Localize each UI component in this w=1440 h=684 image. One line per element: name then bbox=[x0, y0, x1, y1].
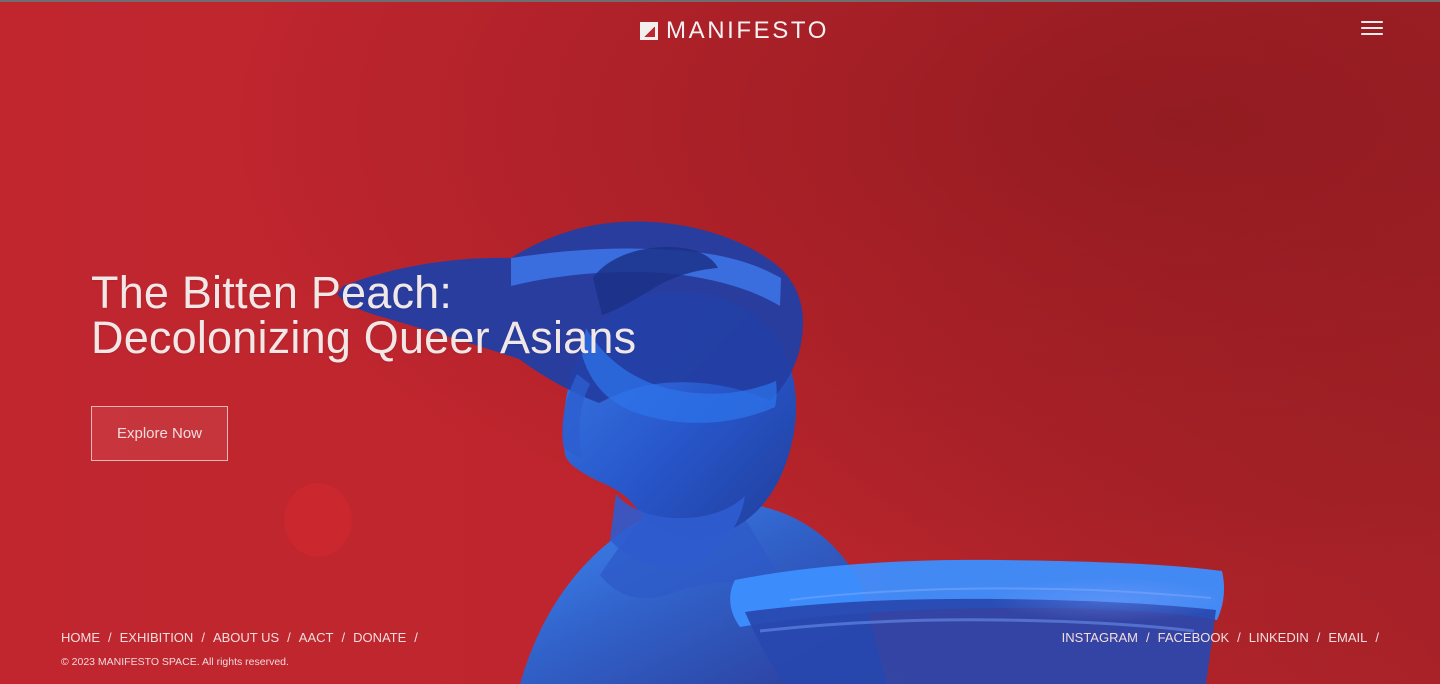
brand-name: MANIFESTO bbox=[666, 17, 829, 44]
copyright-text: © 2023 MANIFESTO SPACE. All rights reser… bbox=[61, 656, 289, 668]
hero-title: The Bitten Peach: Decolonizing Queer Asi… bbox=[91, 270, 791, 360]
nav-separator: / bbox=[1145, 630, 1150, 645]
site-logo[interactable]: MANIFESTO bbox=[640, 19, 829, 43]
social-link-facebook[interactable]: FACEBOOK bbox=[1158, 630, 1230, 646]
nav-separator: / bbox=[1316, 630, 1321, 645]
menu-line bbox=[1361, 33, 1383, 35]
nav-separator: / bbox=[341, 630, 346, 645]
social-link-email[interactable]: EMAIL bbox=[1328, 630, 1367, 646]
nav-separator: / bbox=[1375, 630, 1379, 645]
nav-separator: / bbox=[414, 630, 418, 645]
nav-separator: / bbox=[201, 630, 205, 645]
hero-section: MANIFESTO The Bitten Peach: Decolonizing… bbox=[0, 0, 1440, 684]
social-navigation: INSTAGRAM / FACEBOOK / LINKEDIN / EMAIL … bbox=[1062, 630, 1387, 646]
footer-link-exhibition[interactable]: EXHIBITION bbox=[120, 630, 194, 646]
footer-link-aact[interactable]: AACT bbox=[299, 630, 334, 646]
mountain-logo-icon bbox=[640, 22, 658, 40]
menu-line bbox=[1361, 21, 1383, 23]
social-link-instagram[interactable]: INSTAGRAM bbox=[1062, 630, 1138, 646]
hero-title-line-1: The Bitten Peach: bbox=[91, 267, 453, 318]
footer-link-about-us[interactable]: ABOUT US bbox=[213, 630, 279, 646]
footer-link-donate[interactable]: DONATE bbox=[353, 630, 406, 646]
nav-separator: / bbox=[287, 630, 291, 645]
hamburger-menu-icon[interactable] bbox=[1361, 19, 1383, 37]
menu-line bbox=[1361, 27, 1383, 29]
footer-navigation: HOME / EXHIBITION / ABOUT US / AACT / DO… bbox=[61, 630, 426, 646]
nav-separator: / bbox=[1237, 630, 1241, 645]
top-divider bbox=[0, 0, 1440, 2]
hero-title-line-2: Decolonizing Queer Asians bbox=[91, 312, 637, 363]
explore-now-button[interactable]: Explore Now bbox=[91, 406, 228, 461]
footer-link-home[interactable]: HOME bbox=[61, 630, 100, 646]
social-link-linkedin[interactable]: LINKEDIN bbox=[1249, 630, 1309, 646]
nav-separator: / bbox=[108, 630, 112, 645]
